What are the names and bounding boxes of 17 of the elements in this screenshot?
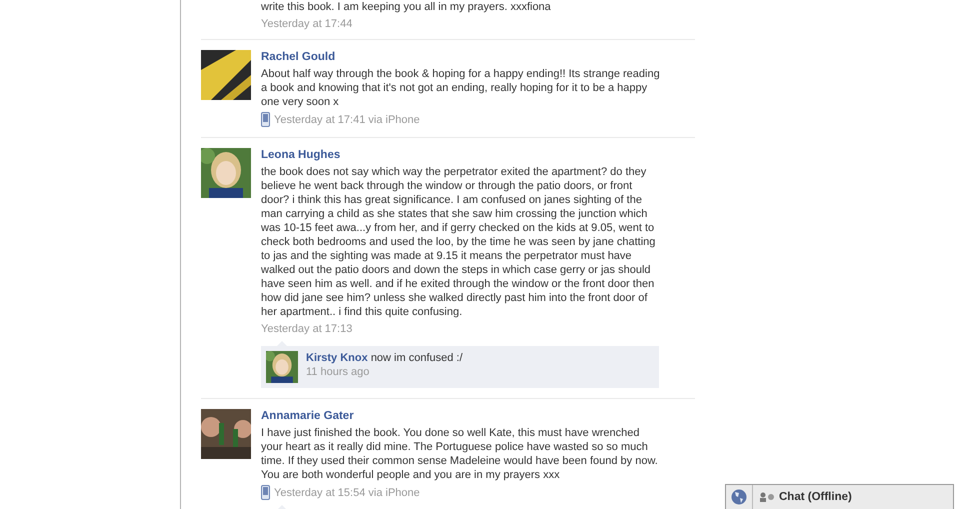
timestamp: Yesterday at 17:41 via iPhone <box>274 112 420 126</box>
comment-text: I have just finished the book. You done so well Kate, this must have wrenched your heart as it really did mine. The Portuguese police have wasted so so much time. If they used their common sense Madeleine would have been found by now. You are both wonderful people and you are in my prayers xxx <box>261 426 659 482</box>
comment-text: the book does not say which way the perpetrator exited the apartment? do they believe he went back through the window or through the patio doors, or front door? i think this has great significance. I am confused on janes sighting of the man carrying a child as she states that she saw him crossing the junction which was 10-15 feet awa...y from her, and if gerry checked on the kids at 9.05, went to check both bedrooms and used the loo, by the time he was seen by jane chatting to jas and the sighting was made at 9.15 it means the perpetrator must have walked out the patio doors and down the steps in which case gerry or jas should have seen him as well. and if he exited through the window or the front door then how did jane see him? unless she walked directly past him into the front door of her apartment.. i find this quite confusing. <box>261 165 656 319</box>
globe-icon <box>731 489 747 505</box>
author-link[interactable]: Annamarie Gater <box>261 409 661 423</box>
author-link[interactable]: Leona Hughes <box>261 148 661 162</box>
chat-bar[interactable]: Chat (Offline) <box>725 484 954 509</box>
timestamp: Yesterday at 17:44 <box>261 17 352 31</box>
timestamp: Yesterday at 15:54 via iPhone <box>274 486 420 500</box>
author-link[interactable]: Rachel Gould <box>261 50 661 64</box>
timestamp: 11 hours ago <box>306 365 370 379</box>
timestamp: Yesterday at 17:13 <box>261 322 352 336</box>
chat-label: Chat (Offline) <box>779 491 852 503</box>
reply-text: Kirsty Knox now im confused :/ <box>306 351 463 365</box>
friends-icon <box>759 492 775 502</box>
comment-text: write this book. I am keeping you all in my prayers. xxxfiona <box>261 0 552 14</box>
comment-text: About half way through the book & hoping for a happy ending!! Its strange reading a book and knowing that it's not got an ending, really hoping for it to be a happy one very soon x <box>261 67 661 109</box>
